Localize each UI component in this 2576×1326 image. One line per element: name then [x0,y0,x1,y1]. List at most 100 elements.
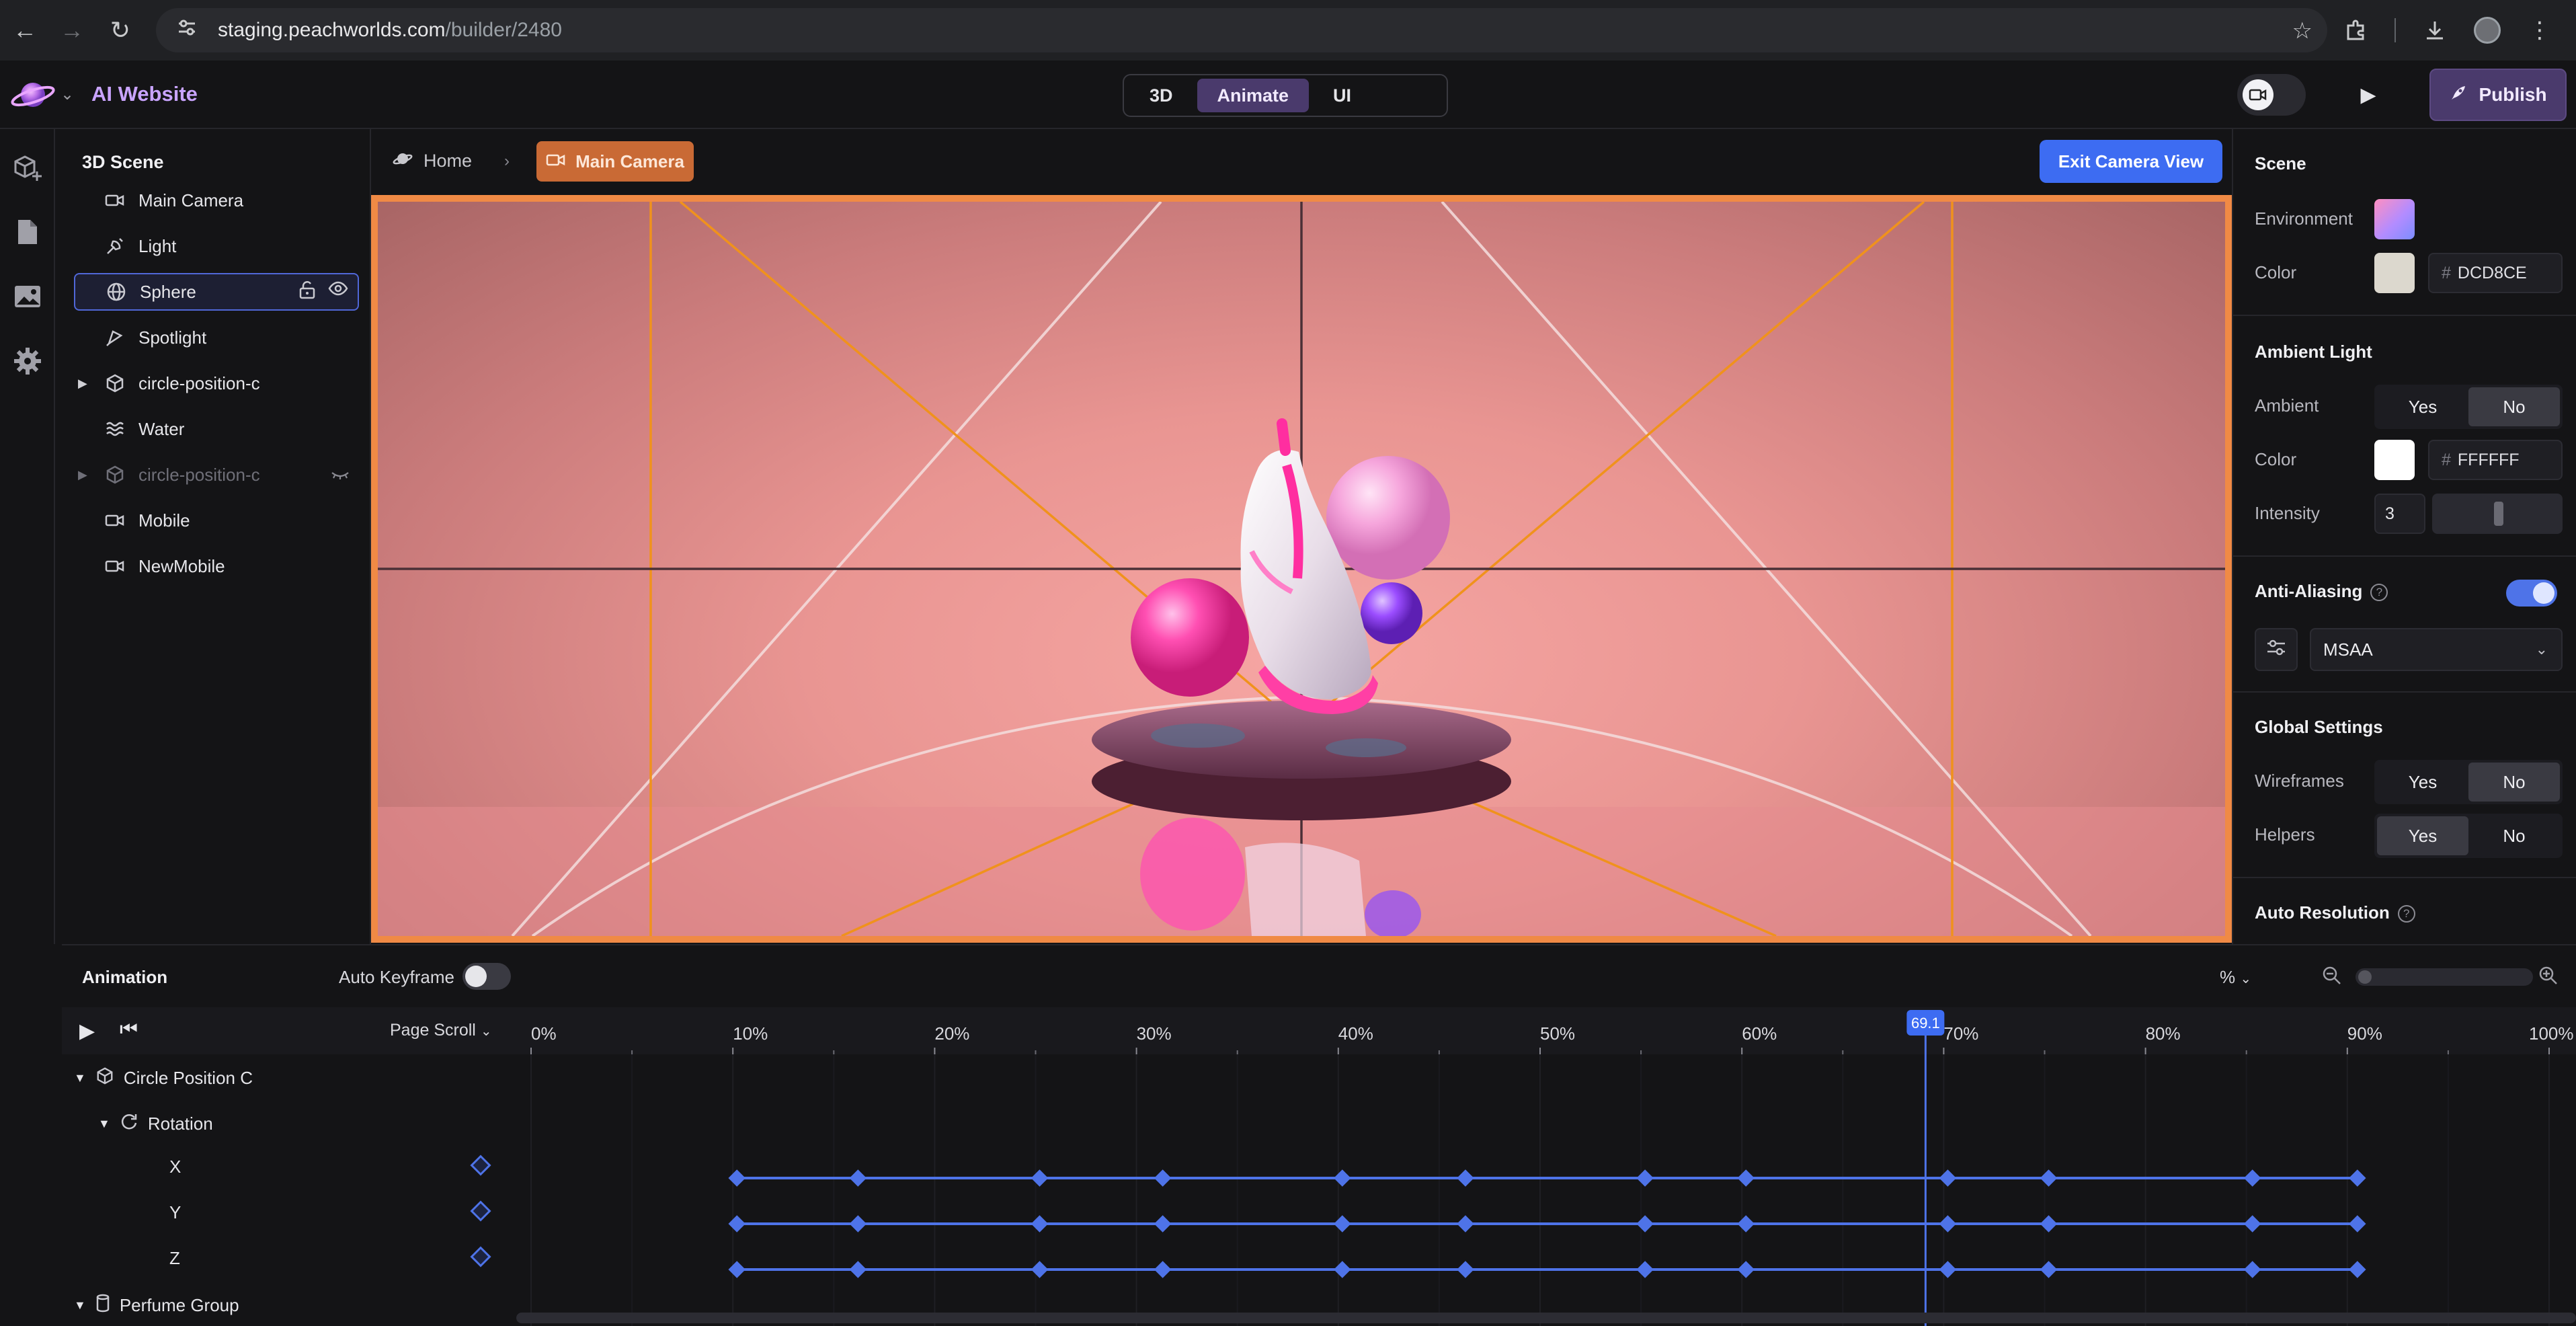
keyframe-diamond[interactable] [1154,1215,1172,1233]
app-logo-icon[interactable] [9,73,56,117]
antialias-mode-select[interactable]: MSAA ⌄ [2310,628,2563,671]
timeline-zoom-slider[interactable] [2356,968,2533,986]
extensions-icon[interactable] [2337,11,2374,49]
keyframe-diamond[interactable] [1334,1261,1351,1278]
ambient-yes-option[interactable]: Yes [2377,387,2468,426]
keyframe-diamond[interactable] [849,1169,867,1187]
camera-view-toggle[interactable] [2237,74,2306,116]
helpers-yes-option[interactable]: Yes [2377,816,2468,855]
publish-button[interactable]: Publish [2429,69,2567,121]
keyframe-diamond[interactable] [1334,1215,1351,1233]
keyframe-diamond[interactable] [1737,1215,1755,1233]
timeline-graph[interactable]: 0% 10% 20% 30% 40% 50% 60% 70% 80% 90% 100% 69.1 [62,1007,2576,1326]
settings-gear-icon[interactable] [12,346,43,377]
expand-caret-icon[interactable]: ▶ [74,377,93,391]
breadcrumb-main-camera[interactable]: Main Camera [536,141,694,182]
keyframe-diamond[interactable] [1457,1215,1474,1233]
tree-item-water[interactable]: Water [74,410,359,448]
keyframe-diamond[interactable] [2349,1169,2366,1187]
keyframe-diamond[interactable] [2349,1261,2366,1278]
keyframe-diamond[interactable] [1031,1215,1049,1233]
unlock-icon[interactable] [298,280,316,304]
expand-caret-icon[interactable]: ▶ [74,468,93,482]
more-menu-icon[interactable]: ⋮ [2521,11,2559,49]
keyframe-diamond[interactable] [1737,1261,1755,1278]
tree-item-light[interactable]: Light [74,227,359,265]
keyframe-diamond[interactable] [1939,1261,1957,1278]
help-icon[interactable]: ? [2370,584,2388,601]
breadcrumb-home[interactable]: Home [393,145,472,176]
timeline-horizontal-scrollbar[interactable] [516,1313,2576,1323]
exit-camera-view-button[interactable]: Exit Camera View [2040,140,2222,183]
tree-item-main-camera[interactable]: Main Camera [74,182,359,219]
keyframe-diamond[interactable] [1636,1169,1654,1187]
tree-item-circle-position-c[interactable]: ▶ circle-position-c [74,364,359,402]
back-icon[interactable]: ← [4,9,46,51]
download-icon[interactable] [2416,11,2454,49]
keyframe-diamond[interactable] [1939,1215,1957,1233]
keyframe-diamond[interactable] [2040,1261,2058,1278]
bookmark-star-icon[interactable]: ☆ [2292,17,2312,44]
forward-icon[interactable]: → [51,9,93,51]
keyframe-diamond[interactable] [728,1215,746,1233]
site-settings-icon[interactable] [176,17,203,44]
tree-item-sphere[interactable]: Sphere [74,273,359,311]
keyframe-diamond[interactable] [1636,1215,1654,1233]
tree-item-circle-position-c-hidden[interactable]: ▶ circle-position-c [74,456,359,494]
antialias-toggle[interactable] [2506,580,2557,607]
keyframe-diamond[interactable] [728,1261,746,1278]
intensity-input[interactable]: 3 [2374,494,2425,534]
tab-3d[interactable]: 3D [1129,79,1193,112]
hidden-eye-closed-icon[interactable] [331,465,350,485]
helpers-no-option[interactable]: No [2468,816,2560,855]
zoom-in-icon[interactable] [2538,966,2559,990]
zoom-out-icon[interactable] [2322,966,2342,990]
keyframe-diamond[interactable] [1939,1169,1957,1187]
keyframe-diamond[interactable] [1457,1169,1474,1187]
address-bar[interactable]: staging.peachworlds.com/builder/2480 ☆ [156,8,2327,52]
ambient-no-option[interactable]: No [2468,387,2560,426]
keyframe-diamond[interactable] [1154,1261,1172,1278]
tree-item-newmobile[interactable]: NewMobile [74,547,359,585]
keyframe-diamond[interactable] [1031,1261,1049,1278]
timeline-unit-select[interactable]: % ⌄ [2220,967,2251,988]
visibility-eye-icon[interactable] [328,280,348,304]
add-object-icon[interactable] [12,152,43,183]
preview-play-button[interactable]: ▶ [2351,78,2385,112]
keyframe-diamond[interactable] [728,1169,746,1187]
environment-swatch[interactable] [2374,199,2415,239]
scene-color-swatch[interactable] [2374,253,2415,293]
intensity-slider[interactable] [2432,494,2563,534]
help-icon[interactable]: ? [2397,905,2415,923]
media-icon[interactable] [12,281,43,312]
keyframe-diamond[interactable] [2349,1215,2366,1233]
keyframe-diamond[interactable] [1457,1261,1474,1278]
tab-ui[interactable]: UI [1313,79,1371,112]
reload-icon[interactable]: ↻ [99,9,141,51]
keyframe-diamond[interactable] [1334,1169,1351,1187]
pages-icon[interactable] [12,217,43,247]
keyframe-diamond[interactable] [849,1261,867,1278]
ambient-color-hex-input[interactable]: # FFFFFF [2428,440,2563,480]
wireframes-no-option[interactable]: No [2468,763,2560,802]
keyframe-diamond[interactable] [1737,1169,1755,1187]
app-title[interactable]: AI Website [91,82,198,106]
ambient-color-swatch[interactable] [2374,440,2415,480]
auto-keyframe-toggle[interactable] [462,963,511,990]
keyframe-diamond[interactable] [1031,1169,1049,1187]
keyframe-diamond[interactable] [1636,1261,1654,1278]
profile-avatar[interactable] [2474,17,2501,44]
intensity-slider-thumb[interactable] [2494,502,2503,526]
keyframe-diamond[interactable] [2040,1169,2058,1187]
app-menu-chevron-icon[interactable]: ⌄ [61,85,74,104]
tree-item-spotlight[interactable]: Spotlight [74,319,359,356]
keyframe-diamond[interactable] [849,1215,867,1233]
scene-color-hex-input[interactable]: # DCD8CE [2428,253,2563,293]
tab-animate[interactable]: Animate [1197,79,1310,112]
antialias-settings-button[interactable] [2255,628,2298,671]
tree-item-mobile[interactable]: Mobile [74,502,359,539]
zoom-slider-thumb[interactable] [2358,970,2372,984]
3d-viewport[interactable] [371,195,2232,943]
keyframe-diamond[interactable] [1154,1169,1172,1187]
wireframes-yes-option[interactable]: Yes [2377,763,2468,802]
